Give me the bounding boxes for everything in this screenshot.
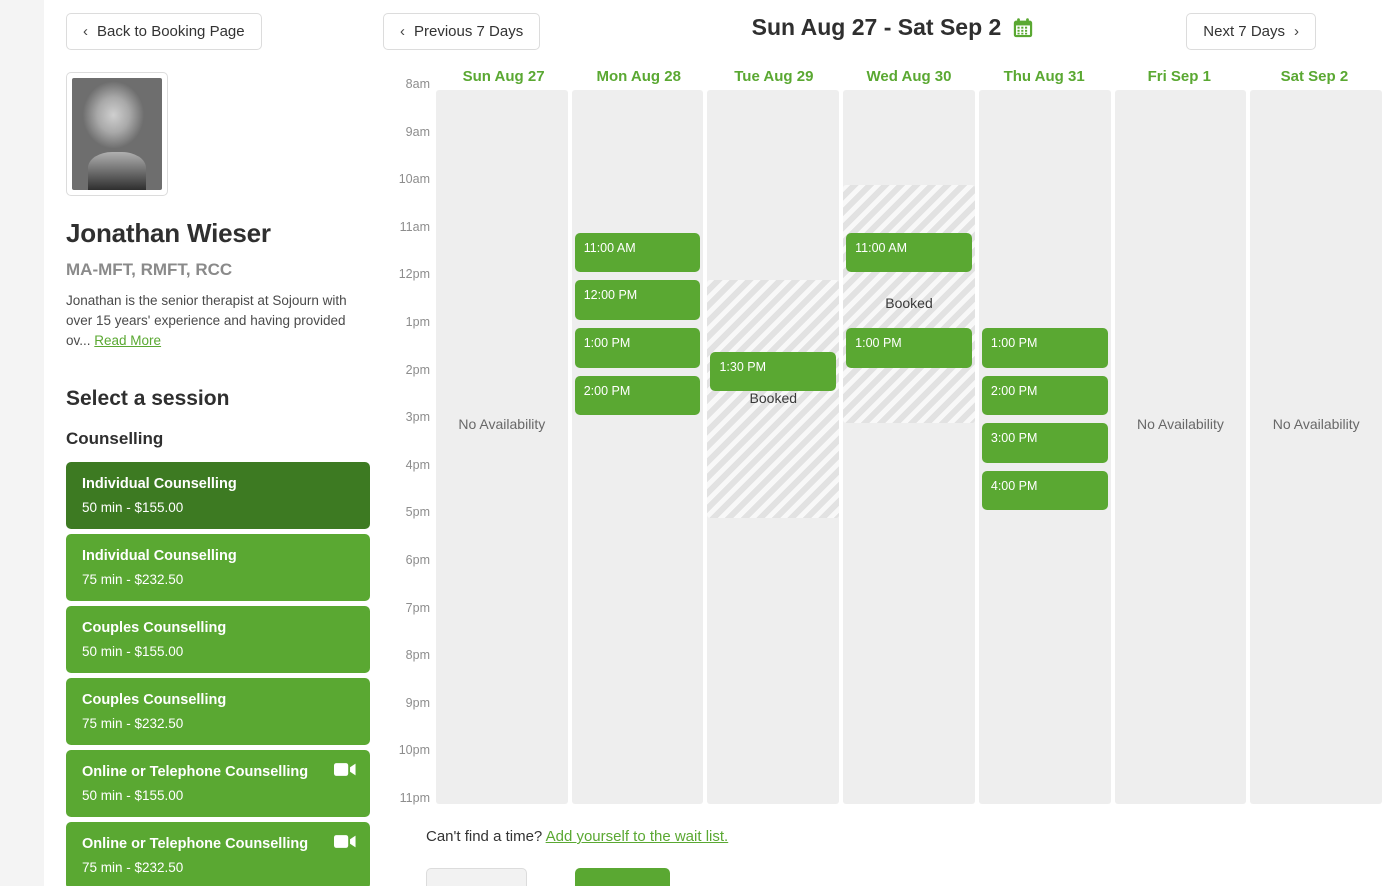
footer-button-row — [426, 868, 670, 886]
day-header: Tue Aug 29 — [734, 68, 814, 85]
time-label: 2pm — [405, 362, 430, 377]
time-slot-button[interactable]: 11:00 AM — [846, 232, 972, 273]
no-availability-label: No Availability — [1272, 416, 1360, 432]
day-column: 11:00 AM 12:00 PM 1:00 PM 2:00 PM — [571, 90, 704, 804]
session-name: Online or Telephone Counselling — [82, 835, 309, 852]
footer-secondary-button[interactable] — [426, 868, 527, 886]
session-category-heading: Counselling — [66, 428, 164, 448]
day-column: No Availability — [436, 90, 568, 804]
read-more-link[interactable]: Read More — [94, 333, 161, 348]
time-slot-button[interactable]: 1:00 PM — [981, 328, 1108, 368]
time-label: 10pm — [398, 743, 430, 758]
booked-block: Booked — [843, 185, 975, 424]
no-availability-label: No Availability — [1137, 416, 1224, 432]
practitioner-bio: Jonathan is the senior therapist at Sojo… — [66, 291, 352, 351]
time-slot-button[interactable]: 1:30 PM — [710, 351, 837, 392]
session-card[interactable]: Individual Counselling 75 min - $232.50 — [66, 533, 370, 601]
day-column: Booked 1:30 PM — [707, 90, 840, 804]
day-column: Booked 11:00 AM 1:00 PM — [843, 90, 975, 804]
session-list: Individual Counselling 50 min - $155.00 In… — [66, 461, 370, 886]
day-header: Mon Aug 28 — [596, 68, 681, 85]
time-label: 6pm — [405, 553, 430, 567]
time-label: 10am — [398, 172, 430, 187]
day-header: Sat Sep 2 — [1280, 68, 1349, 85]
practitioner-avatar — [66, 72, 168, 196]
day-header-row: Sun Aug 27 Mon Aug 28 Tue Aug 29 Wed Aug 30… — [436, 68, 1382, 90]
next-button-label: Next 7 Days — [1203, 23, 1285, 40]
time-axis: 8am 9am 10am 11am 12pm 1pm 2pm 3pm 4pm 5pm 6pm 7pm 8… — [374, 62, 430, 805]
time-slot-button[interactable]: 3:00 PM — [981, 423, 1108, 463]
no-availability-label: No Availability — [458, 416, 546, 432]
calendar-grid: Sun Aug 27 Mon Aug 28 Tue Aug 29 Wed Aug 30… — [374, 62, 1394, 822]
session-meta: 50 min - $155.00 — [82, 500, 184, 516]
session-name: Online or Telephone Counselling — [82, 763, 309, 780]
session-meta: 75 min - $232.50 — [82, 572, 184, 588]
time-label: 7pm — [405, 600, 430, 615]
time-label: 9am — [405, 124, 430, 139]
time-slot-button[interactable]: 1:00 PM — [574, 328, 701, 368]
time-label: 3pm — [405, 410, 430, 425]
select-session-heading: Select a session — [66, 386, 230, 410]
session-meta: 50 min - $155.00 — [82, 788, 184, 804]
booked-block: Booked — [707, 280, 840, 519]
time-slot-button[interactable]: 11:00 AM — [574, 232, 701, 273]
practitioner-credentials: MA-MFT, RMFT, RCC — [66, 260, 233, 279]
day-columns: No Availability 11:00 AM 12:00 PM 1:00 PM 2:… — [436, 90, 1383, 804]
session-card[interactable]: Online or Telephone Counselling 50 min - … — [66, 749, 370, 817]
time-label: 9pm — [405, 695, 430, 710]
waitlist-prompt: Can't find a time? — [426, 828, 543, 845]
time-label: 8am — [405, 77, 430, 91]
session-name: Couples Counselling — [82, 619, 227, 636]
session-card[interactable]: Individual Counselling 50 min - $155.00 — [66, 461, 370, 529]
calendar-panel: ‹ Previous 7 Days Sun Aug 27 - Sat Sep 2 — [374, 0, 1394, 886]
booking-page: ‹ Back to Booking Page Jonathan Wieser M… — [0, 0, 1394, 886]
time-slot-button[interactable]: 2:00 PM — [981, 375, 1108, 416]
time-slot-button[interactable]: 1:00 PM — [846, 328, 972, 368]
session-name: Individual Counselling — [82, 547, 237, 564]
chevron-right-icon: › — [1294, 23, 1299, 40]
chevron-left-icon: ‹ — [83, 23, 88, 40]
practitioner-name: Jonathan Wieser — [66, 218, 271, 248]
day-header: Fri Sep 1 — [1147, 68, 1211, 85]
back-to-booking-page-button[interactable]: ‹ Back to Booking Page — [66, 13, 262, 50]
waitlist-link[interactable]: Add yourself to the wait list. — [546, 828, 729, 845]
time-slot-button[interactable]: 12:00 PM — [574, 280, 701, 321]
next-7-days-button[interactable]: Next 7 Days › — [1186, 13, 1316, 50]
day-header: Thu Aug 31 — [1003, 68, 1085, 85]
time-label: 11pm — [399, 791, 430, 805]
calendar-toolbar: ‹ Previous 7 Days Sun Aug 27 - Sat Sep 2 — [374, 0, 1394, 62]
time-label: 5pm — [405, 505, 430, 520]
session-card[interactable]: Online or Telephone Counselling 75 min - … — [66, 821, 370, 886]
time-label: 12pm — [398, 267, 430, 282]
day-column: No Availability — [1114, 90, 1247, 804]
back-button-label: Back to Booking Page — [97, 23, 245, 40]
day-column: No Availability — [1250, 90, 1383, 804]
avatar-image — [72, 78, 162, 190]
time-label: 8pm — [405, 648, 430, 663]
date-range-text: Sun Aug 27 - Sat Sep 2 — [751, 14, 1002, 40]
calendar-footer: Can't find a time? Add yourself to the w… — [374, 828, 1394, 886]
footer-primary-button[interactable] — [575, 868, 670, 886]
time-slot-button[interactable]: 2:00 PM — [574, 375, 701, 416]
time-slot-button[interactable]: 4:00 PM — [981, 470, 1108, 511]
session-meta: 75 min - $232.50 — [82, 860, 184, 876]
practitioner-panel: ‹ Back to Booking Page Jonathan Wieser M… — [44, 0, 374, 886]
booked-label: Booked — [885, 295, 933, 312]
session-name: Couples Counselling — [82, 691, 227, 708]
calendar-icon[interactable] — [1012, 17, 1034, 39]
time-label: 11am — [399, 219, 430, 234]
time-label: 4pm — [405, 457, 430, 472]
session-card[interactable]: Couples Counselling 50 min - $155.00 — [66, 605, 370, 673]
session-card[interactable]: Couples Counselling 75 min - $232.50 — [66, 677, 370, 745]
day-column: 1:00 PM 2:00 PM 3:00 PM 4:00 PM — [978, 90, 1111, 804]
waitlist-line: Can't find a time? Add yourself to the w… — [426, 828, 1394, 845]
session-name: Individual Counselling — [82, 475, 237, 492]
time-label: 1pm — [405, 315, 430, 329]
session-meta: 50 min - $155.00 — [82, 644, 184, 660]
day-header: Sun Aug 27 — [462, 68, 545, 85]
session-meta: 75 min - $232.50 — [82, 716, 184, 732]
day-header: Wed Aug 30 — [866, 68, 952, 85]
page-left-gutter — [0, 0, 44, 886]
booked-label: Booked — [749, 390, 798, 407]
